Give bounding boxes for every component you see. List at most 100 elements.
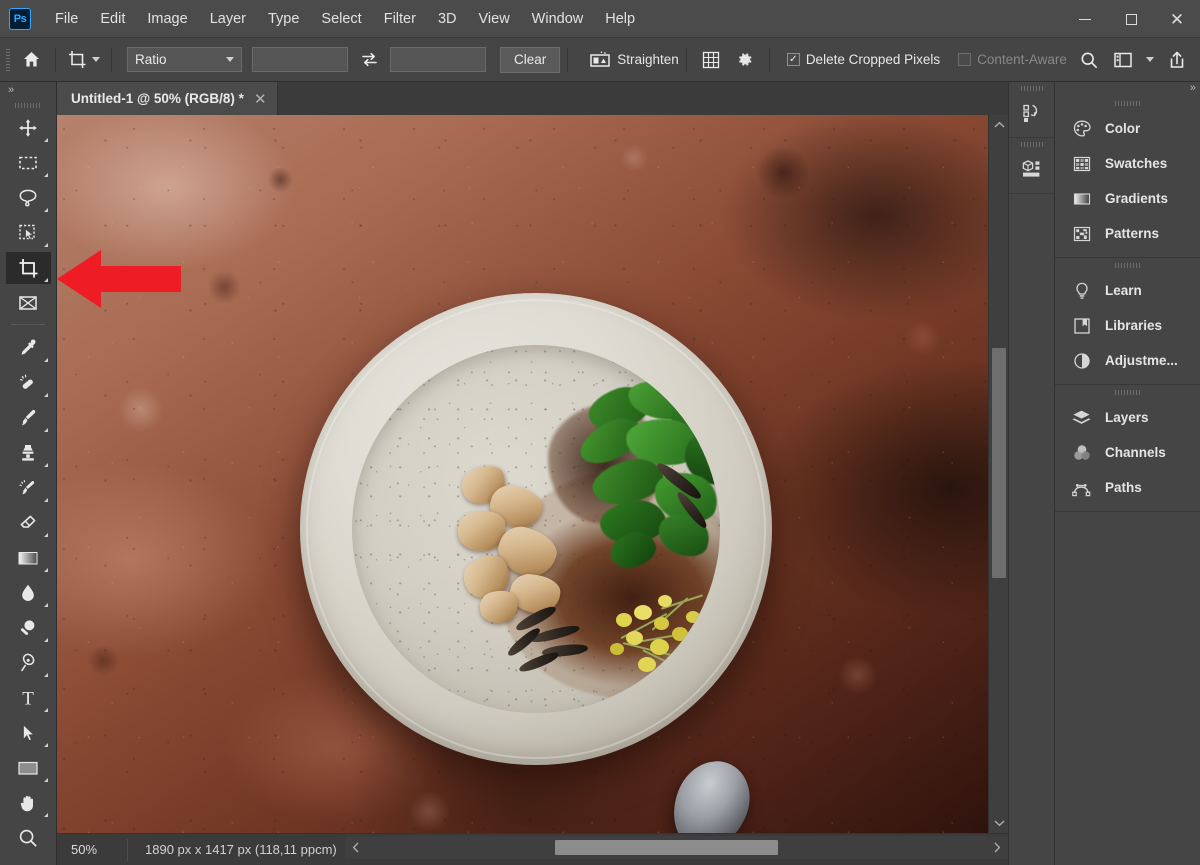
menu-type[interactable]: Type [257,0,310,37]
tool-frame[interactable] [6,287,51,319]
workspace-switcher-button[interactable] [1106,43,1140,77]
menu-select[interactable]: Select [310,0,372,37]
share-button[interactable] [1160,43,1194,77]
tool-dodge[interactable] [6,612,51,644]
tool-type[interactable]: T [6,682,51,714]
document-tab[interactable]: Untitled-1 @ 50% (RGB/8) * ✕ [57,82,278,115]
toolbar-collapse-button[interactable]: » [0,82,56,98]
panel-group-grip[interactable] [1055,96,1200,111]
options-separator-4 [685,47,687,72]
scroll-left-button[interactable] [347,836,365,859]
pen-tool-icon [21,653,35,672]
tool-object-selection[interactable] [6,217,51,249]
title-bar: Ps File Edit Image Layer Type Select Fil… [0,0,1200,38]
panel-item-label: Color [1105,121,1141,136]
tool-path-selection[interactable] [6,717,51,749]
aspect-ratio-select[interactable]: Ratio [127,47,242,72]
history-brush-tool-icon [19,479,35,495]
menu-window[interactable]: Window [521,0,595,37]
toolbar-grip[interactable] [0,98,56,112]
properties-panel-button[interactable] [1013,151,1051,187]
hand-tool-icon [20,795,33,812]
panel-group-layers: Layers Channels Paths [1055,385,1200,512]
zoom-level-field[interactable]: 50% [57,842,127,857]
panel-item-layers[interactable]: Layers [1055,400,1200,435]
content-aware-checkbox[interactable] [958,53,972,66]
straighten-control[interactable]: Straighten [589,50,679,70]
horizontal-scroll-thumb[interactable] [555,840,778,855]
menu-help[interactable]: Help [594,0,646,37]
crop-height-input[interactable] [390,47,486,72]
tool-spot-healing-brush[interactable] [6,367,51,399]
dock-group-grip[interactable] [1009,82,1054,95]
eraser-tool-icon [20,515,36,528]
panel-collapse-button[interactable]: » [1190,82,1196,96]
maximize-button[interactable] [1108,0,1154,38]
panel-item-label: Gradients [1105,191,1169,206]
panel-item-learn[interactable]: Learn [1055,273,1200,308]
chevron-down-icon [92,57,100,62]
delete-cropped-pixels-control[interactable]: ✓ Delete Cropped Pixels [786,52,940,67]
panel-item-channels[interactable]: Channels [1055,435,1200,470]
panel-group-grip[interactable] [1055,385,1200,400]
panel-item-adjustments[interactable]: Adjustme... [1055,343,1200,378]
panel-item-patterns[interactable]: Patterns [1055,216,1200,251]
panel-item-libraries[interactable]: Libraries [1055,308,1200,343]
tool-flyout-indicator [43,673,48,677]
panel-item-swatches[interactable]: Swatches [1055,146,1200,181]
tool-rectangle[interactable] [6,752,51,784]
options-bar-grip[interactable] [6,48,10,71]
panel-item-paths[interactable]: Paths [1055,470,1200,505]
workspace-menu-button[interactable] [1140,43,1160,77]
history-panel-button[interactable] [1013,95,1051,131]
delete-cropped-pixels-checkbox[interactable]: ✓ [786,53,800,66]
tool-gradient[interactable] [6,542,51,574]
clear-button[interactable]: Clear [500,46,561,73]
close-icon[interactable]: ✕ [254,90,267,108]
clone-stamp-tool-icon [22,445,34,461]
minimize-button[interactable] [1062,0,1108,38]
content-aware-control[interactable]: Content-Aware [958,52,1067,67]
tool-clone-stamp[interactable] [6,437,51,469]
crop-width-input[interactable] [252,47,348,72]
swap-dimensions-button[interactable] [354,46,384,74]
menu-view[interactable]: View [468,0,521,37]
crop-overlay-options-button[interactable] [694,43,728,77]
tool-pen[interactable] [6,647,51,679]
tool-hand[interactable] [6,787,51,819]
menu-3d[interactable]: 3D [427,0,468,37]
canvas-vertical-scrollbar[interactable] [988,115,1008,833]
vertical-scroll-thumb[interactable] [992,348,1006,578]
home-button[interactable] [14,43,48,77]
menu-filter[interactable]: Filter [373,0,427,37]
tool-eyedropper[interactable] [6,332,51,364]
menu-edit[interactable]: Edit [89,0,136,37]
crop-settings-button[interactable] [728,43,762,77]
tool-zoom[interactable] [6,822,51,854]
menu-file[interactable]: File [44,0,89,37]
search-button[interactable] [1072,43,1106,77]
tool-rectangular-marquee[interactable] [6,147,51,179]
menu-image[interactable]: Image [136,0,198,37]
scroll-right-button[interactable] [988,836,1006,859]
tool-eraser[interactable] [6,507,51,539]
panel-group-grip[interactable] [1055,258,1200,273]
tool-move[interactable] [6,112,51,144]
canvas-area[interactable] [57,115,1008,833]
scroll-up-button[interactable] [989,117,1009,133]
tool-blur[interactable] [6,577,51,609]
panel-item-color[interactable]: Color [1055,111,1200,146]
panel-item-label: Libraries [1105,318,1163,333]
tool-lasso[interactable] [6,182,51,214]
tool-brush[interactable] [6,402,51,434]
document-size-info[interactable]: 1890 px x 1417 px (118,11 ppcm) ❯ [127,838,372,861]
dock-group-grip[interactable] [1009,138,1054,151]
close-button[interactable]: ✕ [1154,0,1200,38]
panel-item-gradients[interactable]: Gradients [1055,181,1200,216]
tool-preset-picker[interactable] [63,44,104,76]
tool-history-brush[interactable] [6,472,51,504]
canvas-horizontal-scrollbar[interactable] [345,836,1008,859]
tool-crop[interactable] [5,252,51,284]
menu-layer[interactable]: Layer [199,0,257,37]
scroll-down-button[interactable] [989,815,1009,831]
